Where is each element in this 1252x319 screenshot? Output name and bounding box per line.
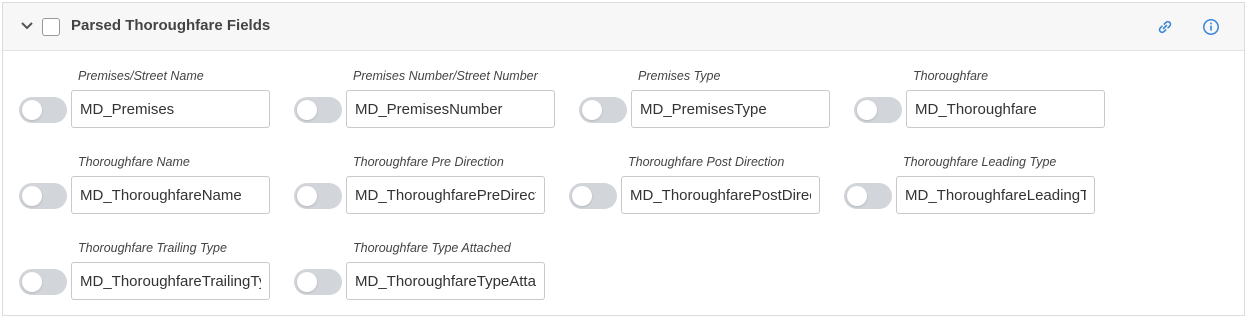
toggle-knob [847,186,867,206]
thoroughfare-trailing-type-label: Thoroughfare Trailing Type [78,241,227,255]
parsed-thoroughfare-panel: Parsed Thoroughfare Fields Premises/Stre… [2,2,1245,316]
thoroughfare-leading-type-toggle[interactable] [844,183,892,209]
premises-type-input[interactable] [631,90,830,128]
toggle-knob [297,186,317,206]
section-select-checkbox[interactable] [42,18,60,36]
premises-type-label: Premises Type [638,69,721,83]
thoroughfare-post-direction-toggle[interactable] [569,183,617,209]
thoroughfare-type-attached-input[interactable] [346,262,545,300]
premises-number-label: Premises Number/Street Number [353,69,538,83]
toggle-knob [22,100,42,120]
thoroughfare-leading-type-label: Thoroughfare Leading Type [903,155,1057,169]
info-icon[interactable] [1202,18,1220,36]
chevron-down-icon[interactable] [20,20,34,32]
thoroughfare-type-attached-toggle[interactable] [294,269,342,295]
toggle-knob [572,186,592,206]
premises-street-name-input[interactable] [71,90,270,128]
premises-street-name-toggle[interactable] [19,97,67,123]
toggle-knob [857,100,877,120]
thoroughfare-pre-direction-toggle[interactable] [294,183,342,209]
thoroughfare-trailing-type-input[interactable] [71,262,270,300]
premises-type-toggle[interactable] [579,97,627,123]
thoroughfare-name-label: Thoroughfare Name [78,155,190,169]
thoroughfare-pre-direction-label: Thoroughfare Pre Direction [353,155,504,169]
toggle-knob [297,272,317,292]
link-icon[interactable] [1156,18,1174,36]
thoroughfare-input[interactable] [906,90,1105,128]
toggle-knob [582,100,602,120]
thoroughfare-name-input[interactable] [71,176,270,214]
thoroughfare-label: Thoroughfare [913,69,989,83]
premises-number-toggle[interactable] [294,97,342,123]
premises-street-name-label: Premises/Street Name [78,69,204,83]
toggle-knob [22,272,42,292]
section-title: Parsed Thoroughfare Fields [71,17,271,34]
thoroughfare-post-direction-input[interactable] [621,176,820,214]
thoroughfare-pre-direction-input[interactable] [346,176,545,214]
thoroughfare-post-direction-label: Thoroughfare Post Direction [628,155,785,169]
thoroughfare-type-attached-label: Thoroughfare Type Attached [353,241,511,255]
thoroughfare-leading-type-input[interactable] [896,176,1095,214]
thoroughfare-name-toggle[interactable] [19,183,67,209]
toggle-knob [22,186,42,206]
section-header: Parsed Thoroughfare Fields [3,3,1244,51]
toggle-knob [297,100,317,120]
thoroughfare-toggle[interactable] [854,97,902,123]
premises-number-input[interactable] [346,90,555,128]
thoroughfare-trailing-type-toggle[interactable] [19,269,67,295]
